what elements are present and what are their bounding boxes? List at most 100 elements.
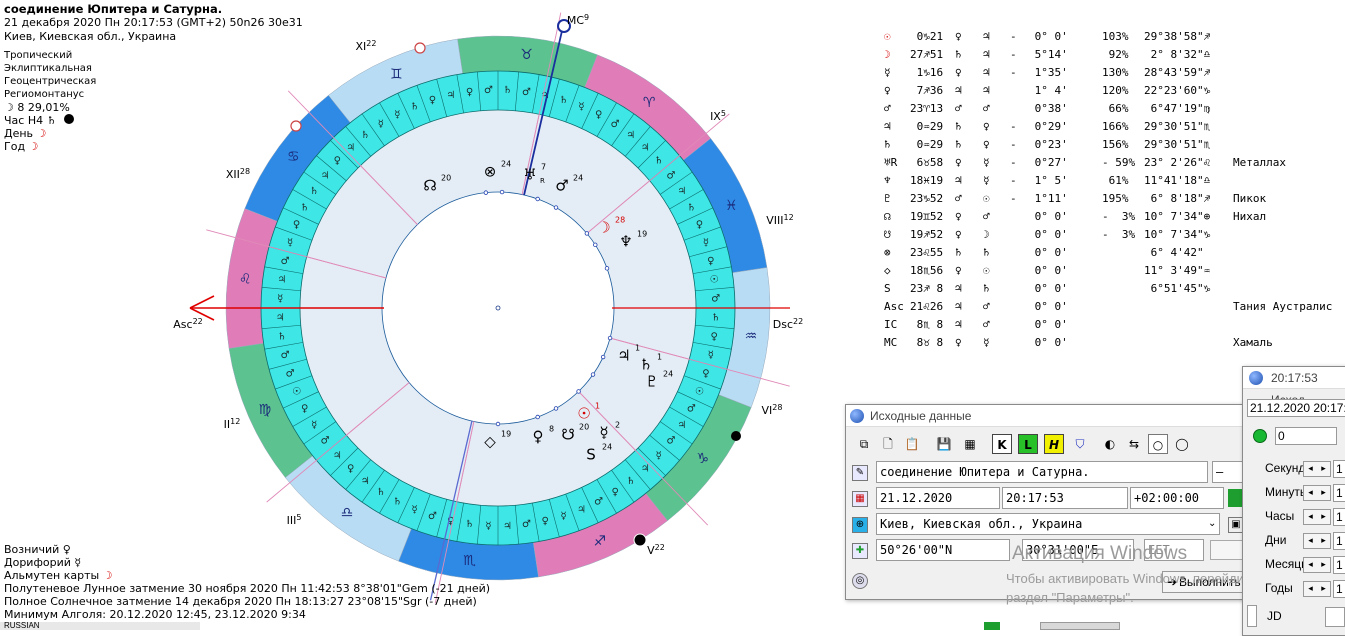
months-step-field[interactable]: 1	[1333, 556, 1345, 574]
seconds-step-field[interactable]: 1	[1333, 460, 1345, 478]
date-field[interactable]: 21.12.2020	[876, 487, 1000, 509]
table-icon[interactable]: ▦	[960, 434, 980, 454]
aspect-point	[553, 205, 559, 210]
planet-table-cell: ☉	[983, 192, 990, 205]
swap-icon[interactable]: ⇆	[1124, 434, 1144, 454]
planet-degree: 19	[501, 430, 511, 439]
planet-table-cell: 0° 0'	[1028, 300, 1068, 313]
planet-glyph: ☽	[597, 219, 610, 237]
months-spinner[interactable]: ◂ ▸	[1303, 557, 1331, 573]
circle-icon[interactable]: ◯	[1172, 434, 1192, 454]
jd-field[interactable]	[1325, 607, 1345, 627]
planet-table-cell: -	[1010, 174, 1017, 187]
planet-glyph: ♇	[645, 373, 658, 391]
decan-ruler-glyph: ♂	[594, 496, 603, 507]
planet-table-cell: 0°23'	[1028, 138, 1068, 151]
shield-icon[interactable]: ⛉	[1070, 434, 1090, 454]
latitude-field[interactable]: 50°26'00"N	[876, 539, 1010, 561]
planet-table-cell: ♀	[983, 138, 990, 151]
time-stepper-window[interactable]: 20:17:53 Исход 21.12.2020 20:17:5 0 Секу…	[1242, 366, 1345, 636]
decan-ruler-glyph: ♀	[611, 487, 618, 498]
planet-table-cell: Нихал	[1233, 210, 1267, 223]
decan-ruler-glyph: ♄	[310, 186, 319, 197]
planet-degree: 2	[615, 421, 620, 430]
decan-ruler-glyph: ♄	[277, 331, 286, 342]
decan-ruler-glyph: ♀	[710, 331, 717, 342]
cusp-name: MC	[567, 14, 584, 27]
seconds-spinner[interactable]: ◂ ▸	[1303, 461, 1331, 477]
decan-ruler-glyph: ♀	[707, 256, 714, 267]
settings-orb-icon[interactable]: ◎	[852, 573, 868, 589]
cusp-degree: 22	[655, 543, 665, 552]
decan-ruler-glyph: ♄	[410, 102, 419, 113]
paste-icon[interactable]: 📋	[902, 434, 922, 454]
decan-ruler-glyph: ♃	[446, 90, 455, 101]
days-spinner[interactable]: ◂ ▸	[1303, 533, 1331, 549]
zodiac-sign-glyph: ♐	[593, 533, 606, 549]
time-field[interactable]: 20:17:53	[1002, 487, 1128, 509]
status-bar: RUSSIAN	[0, 622, 200, 630]
new-file-icon[interactable]: 🗋	[878, 434, 898, 454]
cycle-icon[interactable]: ◐	[1100, 434, 1120, 454]
minutes-step-field[interactable]: 1	[1333, 484, 1345, 502]
planet-degree: 20	[579, 423, 589, 432]
watermark-line3: раздел "Параметры".	[1006, 590, 1134, 605]
days-step-field[interactable]: 1	[1333, 532, 1345, 550]
planet-table-cell: ♀	[983, 120, 990, 133]
place-dropdown-chevron-icon[interactable]: ⌄	[1208, 518, 1216, 529]
planet-table-cell: 8♏ 8	[910, 318, 944, 331]
copy-icon[interactable]: ⧉	[854, 434, 874, 454]
step-counter-field[interactable]: 0	[1275, 427, 1337, 445]
decan-ruler-glyph: ♂	[286, 369, 295, 380]
minutes-spinner[interactable]: ◂ ▸	[1303, 485, 1331, 501]
zodiac-sign-glyph: ♑	[696, 451, 709, 467]
natal-chart-wheel[interactable]: ♈♉♊♋♌♍♎♏♐♑♒♓♂☉♀☿♀♄♃♂♄♃♃♂♀☿♄♃♂♄♂♀♃♀♄☿☿♄♃♀…	[0, 0, 840, 630]
planet-table-cell: 10° 7'34"⊕	[1144, 210, 1211, 223]
decan-ruler-glyph: ♃	[677, 420, 686, 431]
planet-table-cell: 7♐36	[910, 84, 944, 97]
fixed-star-marker-icon	[290, 120, 302, 132]
decan-ruler-glyph: ♂	[666, 170, 675, 181]
cusp-label: Dsc22	[773, 317, 803, 332]
save-icon[interactable]: 💾	[934, 434, 954, 454]
decan-ruler-glyph: ♄	[376, 487, 385, 498]
planet-table-cell: -	[1010, 30, 1017, 43]
place-field[interactable]: Киев, Киевская обл., Украина	[876, 513, 1220, 535]
cusp-degree: 5	[296, 513, 301, 522]
hours-step-field[interactable]: 1	[1333, 508, 1345, 526]
small-circle-icon[interactable]: ○	[1148, 434, 1168, 454]
app-logo-icon	[850, 409, 864, 423]
decan-ruler-glyph: ☿	[394, 110, 400, 121]
planet-table-cell: - 3%	[1102, 228, 1136, 241]
decan-ruler-glyph: ♃	[361, 476, 370, 487]
dialog-titlebar[interactable]: Исходные данные	[846, 405, 1254, 427]
planet-degree: 24	[501, 160, 511, 169]
decan-ruler-glyph: ♂	[281, 350, 290, 361]
timezone-offset-field[interactable]: +02:00:00	[1130, 487, 1224, 509]
planet-table-cell: 23♐ 8	[910, 282, 944, 295]
dialog-title: Исходные данные	[870, 409, 972, 423]
years-spinner[interactable]: ◂ ▸	[1303, 581, 1331, 597]
stepper-datetime-field[interactable]: 21.12.2020 20:17:5	[1247, 399, 1345, 417]
planet-table-cell: ☽	[983, 228, 990, 241]
planet-table-cell: 1° 4'	[1028, 84, 1068, 97]
chart-name-field[interactable]: соединение Юпитера и Сатурна.	[876, 461, 1208, 483]
years-step-field[interactable]: 1	[1333, 580, 1345, 598]
jd-toggle[interactable]	[1247, 605, 1257, 627]
planet-table-cell: 166%	[1102, 120, 1129, 133]
planet-table-cell: - 3%	[1102, 210, 1136, 223]
planet-table-cell: ☿	[884, 66, 891, 79]
decan-ruler-glyph: ♃	[641, 464, 650, 475]
l-button[interactable]: L	[1018, 434, 1038, 454]
green-run-icon[interactable]	[1253, 429, 1267, 443]
h-button[interactable]: H	[1044, 434, 1064, 454]
k-button[interactable]: K	[992, 434, 1012, 454]
hours-spinner[interactable]: ◂ ▸	[1303, 509, 1331, 525]
planet-table-cell: ♃	[955, 318, 962, 331]
almuten-glyph: ☽	[102, 569, 113, 582]
decan-ruler-glyph: ♃	[641, 142, 650, 153]
decan-ruler-glyph: ♂	[522, 519, 531, 530]
doryphory-label: Дорифорий	[4, 556, 71, 569]
decan-ruler-glyph: ☉	[292, 386, 301, 397]
stepper-titlebar[interactable]: 20:17:53 Исход	[1243, 367, 1345, 407]
